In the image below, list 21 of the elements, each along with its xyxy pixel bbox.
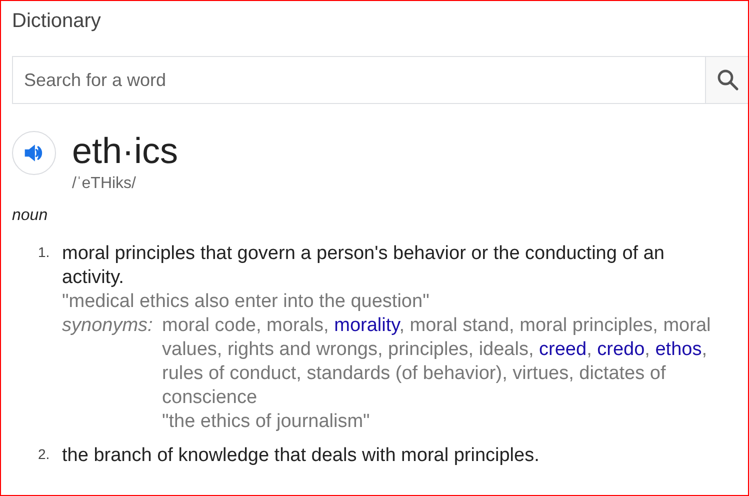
part-of-speech: noun [12, 206, 48, 226]
speaker-icon [23, 142, 45, 164]
headword: eth·ics [72, 130, 178, 172]
search-icon [716, 68, 740, 92]
usage-example: "medical ethics also enter into the question" [62, 290, 430, 314]
definition: the branch of knowledge that deals with moral principles. [62, 444, 540, 468]
synonym-list: moral code, morals, morality, moral stand, moral principles, moral values, rights and wrongs, principles, ideals, creed, credo, ethos, rules of conduct, standards (of behavior), virtues, dictates of conscience [162, 314, 724, 410]
synonym-link[interactable]: creed [539, 339, 587, 360]
sense-number: 1. [37, 243, 51, 262]
usage-example: "the ethics of journalism" [162, 410, 370, 434]
synonym-link[interactable]: ethos [655, 339, 702, 360]
pronunciation-button[interactable] [12, 131, 56, 175]
phonetic-spelling: /ˈeTHiks/ [72, 174, 136, 194]
search-button[interactable] [706, 56, 748, 104]
panel-title: Dictionary [12, 9, 101, 34]
search-field[interactable]: Search for a word [12, 56, 706, 104]
synonym-link[interactable]: credo [597, 339, 645, 360]
synonyms-label: synonyms: [62, 315, 153, 336]
definition: moral principles that govern a person's behavior or the conducting of an activity. [62, 242, 666, 290]
synonym-link[interactable]: morality [334, 315, 400, 336]
sense-number: 2. [37, 445, 51, 464]
